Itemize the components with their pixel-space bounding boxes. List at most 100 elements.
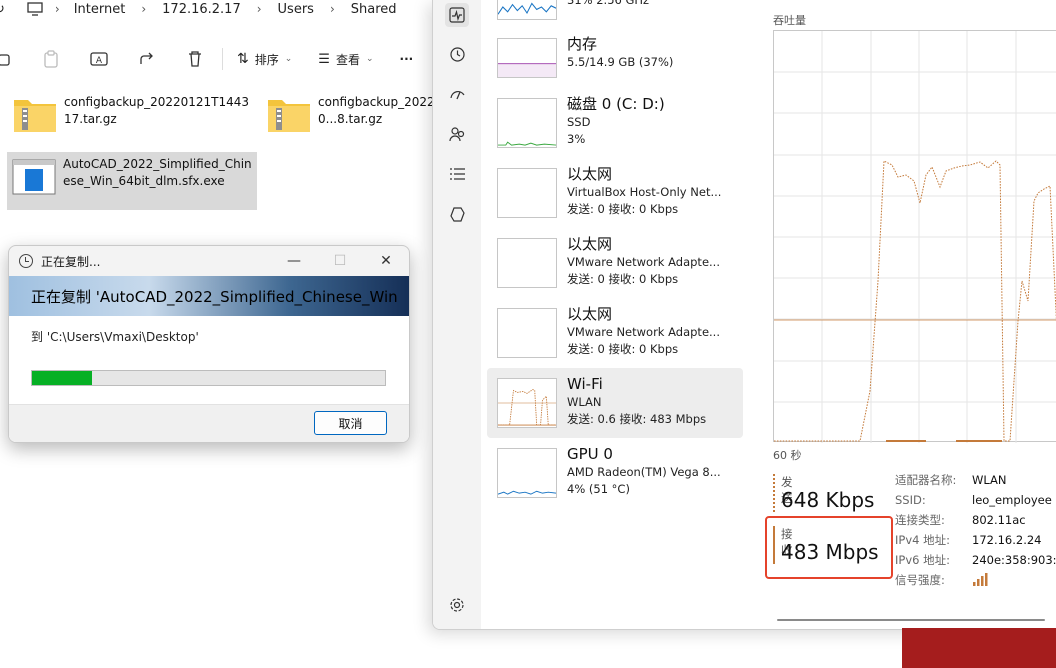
chevron-right-icon: ›	[141, 2, 147, 16]
cancel-button[interactable]: 取消	[314, 411, 387, 435]
property-key: IPv4 地址:	[895, 533, 950, 547]
chevron-down-icon: ⌄	[284, 54, 293, 64]
breadcrumb-users[interactable]: Users	[278, 2, 314, 17]
background-window-edge	[902, 628, 1056, 668]
desktop: ↻ › Internet › 172.16.2.17 › Users › Sha…	[0, 0, 1056, 668]
details-list-icon[interactable]	[445, 162, 469, 186]
computer-icon[interactable]	[27, 2, 43, 16]
clock-icon	[19, 254, 33, 268]
property-value: 240e:358:903:3	[972, 553, 1056, 567]
wifi-thumbnail-graph	[497, 378, 557, 428]
signal-strength-icon	[972, 571, 990, 593]
settings-gear-icon[interactable]	[445, 593, 469, 617]
refresh-icon[interactable]: ↻	[0, 2, 5, 17]
perf-item-ethernet-3[interactable]: 以太网 VMware Network Adapte... 发送: 0 接收: 0…	[487, 304, 743, 374]
perf-item-ethernet-2[interactable]: 以太网 VMware Network Adapte... 发送: 0 接收: 0…	[487, 234, 743, 304]
property-value: 802.11ac	[972, 513, 1026, 527]
startup-icon[interactable]	[445, 82, 469, 106]
perf-item-sub1: 31% 2.56 GHz	[567, 0, 650, 7]
sort-icon: ⇅	[237, 51, 249, 67]
perf-item-title: GPU 0	[567, 445, 613, 463]
breadcrumb-host[interactable]: 172.16.2.17	[162, 2, 241, 17]
more-button[interactable]: ···	[400, 52, 414, 66]
perf-item-sub2: 3%	[567, 132, 586, 146]
perf-item-sub1: VMware Network Adapte...	[567, 325, 720, 339]
task-manager-window: 31% 2.56 GHz 内存 5.5/14.9 GB (37%) 磁盘 0 (…	[432, 0, 1056, 630]
send-legend-line	[773, 474, 775, 512]
perf-item-sub2: 4% (51 °C)	[567, 482, 630, 496]
exe-icon	[12, 159, 56, 195]
dialog-body: 到 'C:\Users\Vmaxi\Desktop' 取消	[9, 316, 409, 442]
rename-icon[interactable]: A	[88, 48, 110, 70]
send-value: 648 Kbps	[781, 488, 875, 512]
perf-item-sub1: VirtualBox Host-Only Net...	[567, 185, 722, 199]
perf-item-gpu[interactable]: GPU 0 AMD Radeon(TM) Vega 8... 4% (51 °C…	[487, 444, 743, 514]
more-icon: ···	[399, 52, 414, 66]
gpu-thumbnail-graph	[497, 448, 557, 498]
disk-thumbnail-graph	[497, 98, 557, 148]
ethernet-thumbnail-graph	[497, 308, 557, 358]
command-bar: A ⇅ 排序 ⌄ ☰ 查看 ⌄ ···	[0, 44, 413, 74]
property-key: 连接类型:	[895, 513, 945, 527]
breadcrumb-internet[interactable]: Internet	[74, 2, 126, 17]
services-icon[interactable]	[445, 202, 469, 226]
delete-icon[interactable]	[184, 48, 206, 70]
close-button[interactable]: ✕	[363, 246, 409, 276]
file-item-selected[interactable]: AutoCAD_2022_Simplified_Chinese_Win_64bi…	[7, 152, 257, 210]
view-button[interactable]: ☰ 查看 ⌄	[318, 51, 373, 68]
cpu-thumbnail-graph	[497, 0, 557, 20]
property-key: IPv6 地址:	[895, 553, 950, 567]
file-item[interactable]: configbackup_20220...8.tar.gz	[266, 94, 438, 134]
chevron-right-icon: ›	[329, 2, 335, 16]
view-label: 查看	[335, 52, 360, 67]
sort-button[interactable]: ⇅ 排序 ⌄	[237, 51, 292, 68]
copy-progress-dialog: 正在复制... — ☐ ✕ 正在复制 'AutoCAD_2022_Simplif…	[8, 245, 410, 443]
maximize-button: ☐	[333, 253, 347, 269]
share-icon[interactable]	[136, 48, 158, 70]
perf-item-sub1: AMD Radeon(TM) Vega 8...	[567, 465, 721, 479]
perf-item-title: 以太网	[567, 305, 613, 323]
memory-thumbnail-graph	[497, 38, 557, 78]
file-item[interactable]: configbackup_20220121T144317.tar.gz	[12, 94, 254, 134]
horizontal-scrollbar[interactable]	[777, 619, 1045, 621]
perf-item-wifi[interactable]: Wi-Fi WLAN 发送: 0.6 接收: 483 Mbps	[487, 368, 743, 438]
ethernet-thumbnail-graph	[497, 168, 557, 218]
perf-item-sub2: 发送: 0 接收: 0 Kbps	[567, 342, 679, 356]
wifi-detail-pane: 吞吐量 60 秒 发送 648 Kbps 接收 483 Mbps 适配器名称: …	[755, 0, 1056, 629]
perf-item-sub2: 发送: 0 接收: 0 Kbps	[567, 272, 679, 286]
toolbar-divider	[222, 48, 223, 70]
property-value: 172.16.2.24	[972, 533, 1042, 547]
perf-item-sub2: 发送: 0 接收: 0 Kbps	[567, 202, 679, 216]
copy-icon[interactable]	[0, 48, 14, 70]
performance-icon[interactable]	[445, 3, 469, 27]
history-icon[interactable]	[445, 42, 469, 66]
property-key: SSID:	[895, 493, 926, 507]
minimize-button[interactable]: —	[271, 246, 317, 276]
window-controls: — ☐ ✕	[271, 246, 409, 276]
destination-text: 到 'C:\Users\Vmaxi\Desktop'	[31, 330, 199, 344]
perf-item-sub1: WLAN	[567, 395, 602, 409]
progress-bar	[31, 370, 386, 386]
perf-item-ethernet-1[interactable]: 以太网 VirtualBox Host-Only Net... 发送: 0 接收…	[487, 164, 743, 234]
property-key: 信号强度:	[895, 573, 945, 587]
performance-list: 31% 2.56 GHz 内存 5.5/14.9 GB (37%) 磁盘 0 (…	[485, 0, 745, 629]
breadcrumb-shared[interactable]: Shared	[351, 2, 397, 17]
nav-rail	[433, 0, 481, 629]
chevron-right-icon: ›	[256, 2, 262, 16]
time-axis-label: 60 秒	[773, 449, 802, 462]
chevron-right-icon: ›	[54, 2, 60, 16]
perf-item-sub1: SSD	[567, 115, 591, 129]
throughput-label: 吞吐量	[773, 14, 806, 27]
breadcrumb: ↻ › Internet › 172.16.2.17 › Users › Sha…	[0, 0, 397, 18]
perf-item-disk[interactable]: 磁盘 0 (C: D:) SSD 3%	[487, 94, 743, 164]
folder-zip-icon	[268, 100, 310, 132]
perf-item-sub1: 5.5/14.9 GB (37%)	[567, 55, 674, 69]
users-icon[interactable]	[445, 122, 469, 146]
file-name: AutoCAD_2022_Simplified_Chinese_Win_64bi…	[63, 157, 252, 188]
view-icon: ☰	[318, 51, 330, 67]
perf-item-sub2: 发送: 0.6 接收: 483 Mbps	[567, 412, 707, 426]
perf-item-title: 以太网	[567, 235, 613, 253]
paste-icon[interactable]	[40, 48, 62, 70]
chevron-down-icon: ⌄	[365, 54, 374, 64]
dialog-title-bar: 正在复制... — ☐ ✕	[9, 246, 409, 276]
